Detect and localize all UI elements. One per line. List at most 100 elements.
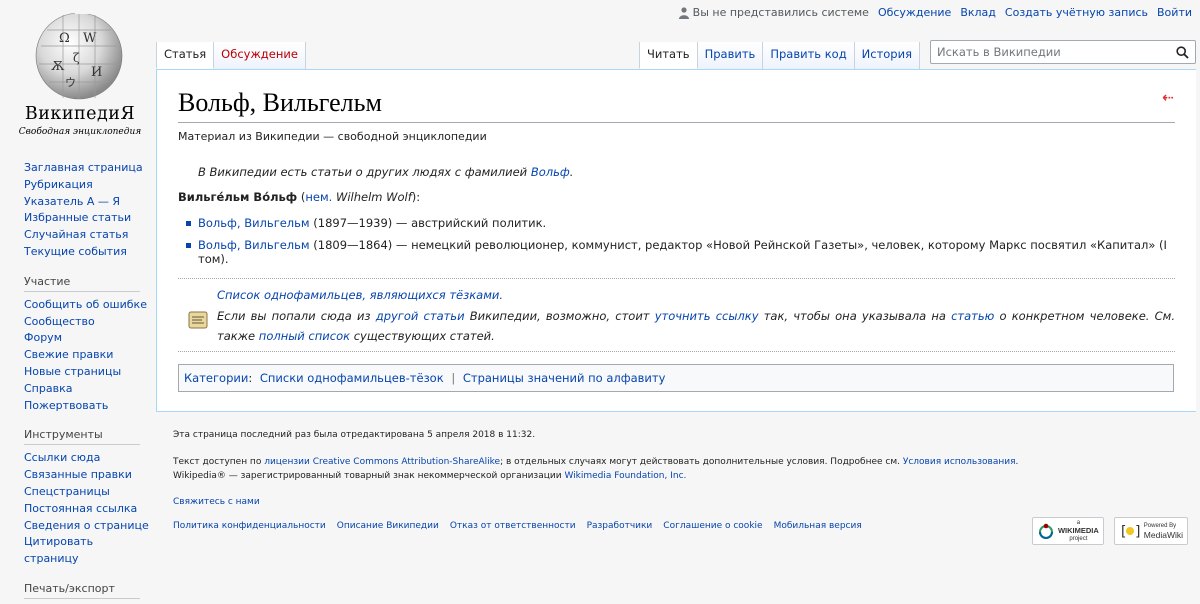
anon-contributions-link[interactable]: Вклад xyxy=(960,6,996,19)
wikipedia-globe-icon: Ω W ζ И Ѫ ウ xyxy=(35,6,123,100)
sidebar-item-community[interactable]: Сообщество xyxy=(24,315,95,328)
sidebar-item-help[interactable]: Справка xyxy=(24,382,72,395)
footer-developers-link[interactable]: Разработчики xyxy=(587,521,653,531)
tab-edit[interactable]: Править xyxy=(697,42,764,69)
hatnote-link[interactable]: Вольф xyxy=(531,165,570,179)
category-link-disambig[interactable]: Страницы значений по алфавиту xyxy=(463,371,666,385)
tab-article-label[interactable]: Статья xyxy=(164,47,206,61)
disambig-other-article-link[interactable]: другой статьи xyxy=(376,309,465,323)
category-links: Категории: Списки однофамильцев-тёзок | … xyxy=(178,364,1174,392)
sidebar-item-donate[interactable]: Пожертвовать xyxy=(24,399,108,412)
footer-trademark: Wikipedia® — зарегистрированный товарный… xyxy=(173,469,1183,483)
sidebar-item-random[interactable]: Случайная статья xyxy=(24,228,128,241)
footer-terms-link[interactable]: Условия использования xyxy=(903,457,1016,467)
mediawiki-badge[interactable]: [] Powered By MediaWiki xyxy=(1113,517,1188,545)
tab-history[interactable]: История xyxy=(854,42,920,69)
disambig-title-link[interactable]: Список однофамильцев, являющихся тёзками… xyxy=(217,288,503,302)
article-content: ⇠ Вольф, Вильгельм Материал из Википедии… xyxy=(156,69,1196,412)
login-link[interactable]: Войти xyxy=(1157,6,1192,19)
lead-lang-link[interactable]: нем. xyxy=(305,190,332,204)
sidebar-item-special-pages[interactable]: Спецстраницы xyxy=(24,485,110,498)
site-subtitle: Материал из Википедии — свободной энцикл… xyxy=(178,130,487,143)
svg-text:ウ: ウ xyxy=(65,76,76,89)
sidebar-item-page-info[interactable]: Сведения о странице xyxy=(24,519,149,532)
sidebar-navigation: Заглавная страница Рубрикация Указатель … xyxy=(0,160,150,261)
sidebar-item-permanent-link[interactable]: Постоянная ссылка xyxy=(24,502,137,515)
footer-privacy-link[interactable]: Политика конфиденциальности xyxy=(173,521,326,531)
person-desc: (1897—1939) — австрийский политик. xyxy=(313,216,547,230)
logo-wordmark: ВикипедиЯ xyxy=(24,104,136,124)
svg-text:ζ: ζ xyxy=(73,51,80,65)
sidebar-heading-tools: Инструменты xyxy=(24,428,140,446)
footer-contact-link[interactable]: Свяжитесь с нами xyxy=(173,497,260,507)
site-logo[interactable]: Ω W ζ И Ѫ ウ ВикипедиЯ Свободная энциклоп… xyxy=(10,6,141,137)
person-link[interactable]: Вольф, Вильгельм xyxy=(198,216,310,230)
footer: Эта страница последний раз была отредакт… xyxy=(173,430,1183,531)
disambig-article-link[interactable]: статью xyxy=(951,309,994,323)
search-input[interactable]: Искать в Википедии xyxy=(930,40,1196,64)
footer-about-link[interactable]: Описание Википедии xyxy=(337,521,439,531)
sidebar-item-new-pages[interactable]: Новые страницы xyxy=(24,365,121,378)
hatnote: В Википедии есть статьи о других людях с… xyxy=(198,165,574,179)
tab-edit-label[interactable]: Править xyxy=(705,47,756,61)
footer-disclaimer-link[interactable]: Отказ от ответственности xyxy=(450,521,576,531)
anon-talk-link[interactable]: Обсуждение xyxy=(878,6,951,19)
sidebar-item-index[interactable]: Указатель А — Я xyxy=(24,195,120,208)
sidebar-item-main-page[interactable]: Заглавная страница xyxy=(24,161,143,174)
sidebar-item-what-links-here[interactable]: Ссылки сюда xyxy=(24,451,100,464)
tab-discussion-label[interactable]: Обсуждение xyxy=(221,47,298,61)
tab-discussion[interactable]: Обсуждение xyxy=(214,42,306,69)
language-links-icon[interactable]: ⇠ xyxy=(1162,90,1174,106)
disambig-full-list-link[interactable]: полный список xyxy=(259,329,350,343)
sidebar-item-forum[interactable]: Форум xyxy=(24,331,62,344)
lead-paragraph: Вильге́льм Во́льф (нем. Wilhelm Wolf): xyxy=(178,190,421,204)
disambig-scroll-icon xyxy=(188,311,208,329)
list-item: Вольф, Вильгельм (1897—1939) — австрийск… xyxy=(186,216,1175,230)
bullet-icon xyxy=(186,243,191,248)
sidebar-item-recent-changes[interactable]: Свежие правки xyxy=(24,348,113,361)
lead-name: Вильге́льм Во́льф xyxy=(178,190,298,204)
sidebar-item-cite[interactable]: Цитировать страницу xyxy=(24,535,93,565)
footer-trademark-text: Wikipedia® — зарегистрированный товарный… xyxy=(173,471,562,481)
sidebar-item-current-events[interactable]: Текущие события xyxy=(24,245,127,258)
footer-license-pre: Текст доступен по xyxy=(173,457,262,467)
sidebar-participation: Сообщить об ошибке Сообщество Форум Свеж… xyxy=(0,297,150,415)
tab-edit-source[interactable]: Править код xyxy=(763,42,855,69)
sidebar-item-report-error[interactable]: Сообщить об ошибке xyxy=(24,298,147,311)
logo-tagline: Свободная энциклопедия xyxy=(18,127,142,137)
sidebar-heading-participation: Участие xyxy=(24,275,140,292)
categories-label-link[interactable]: Категории xyxy=(184,371,248,385)
footer-cookie-link[interactable]: Соглашение о cookie xyxy=(663,521,762,531)
anon-notice: Вы не представились системе xyxy=(678,6,869,19)
category-link-namesakes[interactable]: Списки однофамильцев-тёзок xyxy=(260,371,444,385)
wikimedia-badge-sub: project xyxy=(1069,536,1088,542)
disambig-text-2: Википедии, возможно, стоит xyxy=(469,309,650,323)
disambig-clarify-link[interactable]: уточнить ссылку xyxy=(655,309,759,323)
view-tabs: Читать Править Править код История Искат… xyxy=(639,40,1196,69)
person-link[interactable]: Вольф, Вильгельм xyxy=(198,238,310,252)
tab-read[interactable]: Читать xyxy=(639,42,698,69)
footer-license-link[interactable]: лицензии Creative Commons Attribution-Sh… xyxy=(264,457,500,467)
anon-text: Вы не представились системе xyxy=(692,6,869,19)
sidebar-item-rubrics[interactable]: Рубрикация xyxy=(24,178,93,191)
wikimedia-badge[interactable]: a WIKIMEDIA project xyxy=(1031,517,1104,545)
hatnote-text: В Википедии есть статьи о других людях с… xyxy=(198,165,528,179)
create-account-link[interactable]: Создать учётную запись xyxy=(1005,6,1148,19)
footer-wmf-link[interactable]: Wikimedia Foundation, Inc. xyxy=(564,471,686,481)
tab-edit-source-label[interactable]: Править код xyxy=(770,47,846,61)
sidebar-item-featured[interactable]: Избранные статьи xyxy=(24,211,131,224)
search-icon[interactable] xyxy=(1176,45,1189,59)
tab-history-label[interactable]: История xyxy=(862,47,912,61)
sidebar-tools: Ссылки сюда Связанные правки Спецстраниц… xyxy=(0,450,150,568)
tab-article[interactable]: Статья xyxy=(156,42,215,69)
footer-badges: a WIKIMEDIA project [] Powered By MediaW… xyxy=(1031,517,1188,545)
sidebar-item-related-changes[interactable]: Связанные правки xyxy=(24,468,132,481)
tab-read-label[interactable]: Читать xyxy=(647,47,690,61)
svg-text:Ω: Ω xyxy=(59,31,70,46)
personal-tools: Вы не представились системе Обсуждение В… xyxy=(678,6,1192,19)
footer-mobile-link[interactable]: Мобильная версия xyxy=(774,521,862,531)
lead-original-name: Wilhelm Wolf xyxy=(335,190,412,204)
search-placeholder: Искать в Википедии xyxy=(937,45,1061,59)
sidebar-heading-print[interactable]: Печать/экспорт xyxy=(24,582,140,599)
people-list: Вольф, Вильгельм (1897—1939) — австрийск… xyxy=(178,216,1175,266)
